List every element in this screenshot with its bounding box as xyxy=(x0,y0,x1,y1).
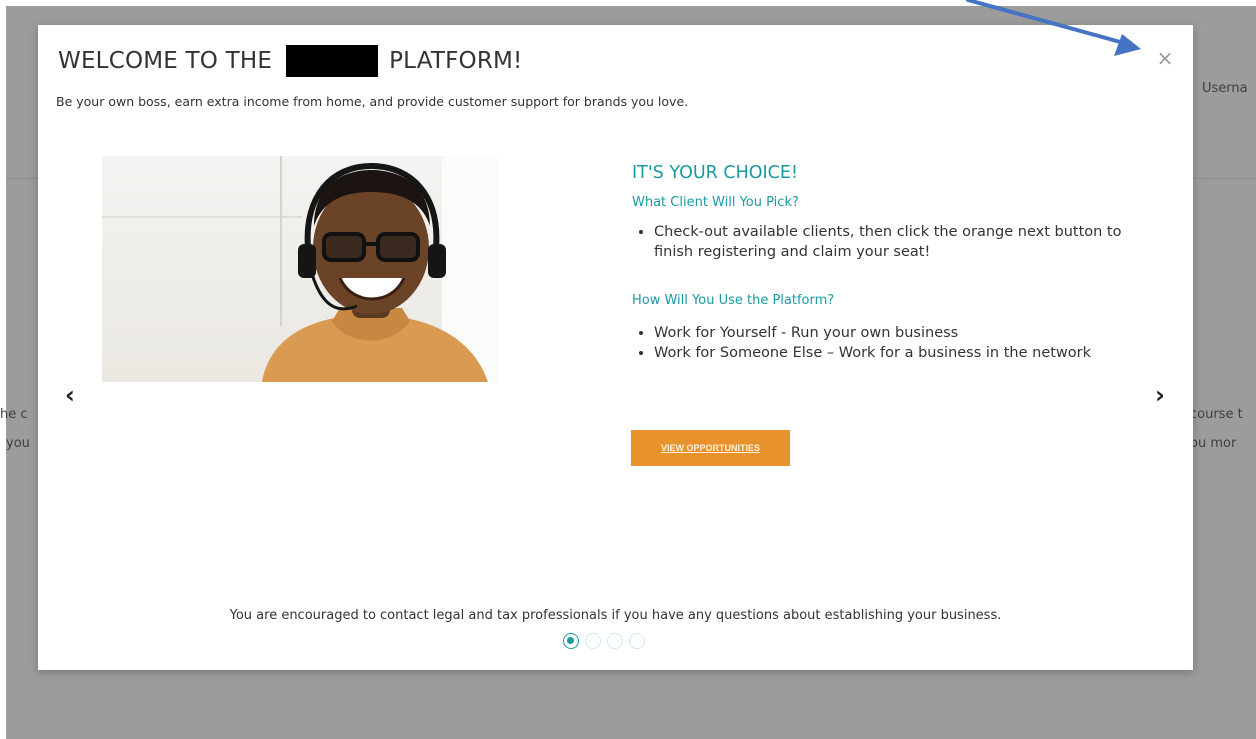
modal-subtitle: Be your own boss, earn extra income from… xyxy=(56,94,689,109)
close-icon[interactable]: × xyxy=(1154,47,1176,69)
client-pick-bullets: Check-out available clients, then click … xyxy=(632,222,1159,262)
hero-image xyxy=(102,156,498,382)
redacted-platform-name xyxy=(286,45,379,77)
username-label: Userna xyxy=(1202,81,1248,96)
modal-title-prefix: WELCOME TO THE xyxy=(58,48,273,74)
pagination-dot-1[interactable] xyxy=(563,633,579,649)
welcome-modal: WELCOME TO THE PLATFORM! × Be your own b… xyxy=(38,25,1193,670)
view-opportunities-button[interactable]: VIEW OPPORTUNITIES xyxy=(631,430,790,466)
pagination-dot-2[interactable] xyxy=(585,633,601,649)
platform-use-bullets: Work for Yourself - Run your own busines… xyxy=(632,323,1159,363)
background-text-right-1: course t xyxy=(1190,407,1243,422)
carousel-pagination xyxy=(563,633,645,649)
carousel-prev-icon[interactable]: ‹ xyxy=(60,383,80,407)
question-client-pick: What Client Will You Pick? xyxy=(632,195,799,210)
background-text-right-2: ou mor xyxy=(1190,436,1237,451)
list-item: Work for Someone Else – Work for a busin… xyxy=(654,343,1159,363)
pagination-dot-4[interactable] xyxy=(629,633,645,649)
background-text-left-2: you xyxy=(6,436,30,451)
background-text-left-1: he c xyxy=(0,407,28,422)
modal-title: WELCOME TO THE PLATFORM! xyxy=(58,45,522,77)
smiling-agent-with-headset-illustration xyxy=(262,162,488,382)
modal-title-suffix: PLATFORM! xyxy=(389,48,523,74)
slide-heading: IT'S YOUR CHOICE! xyxy=(632,163,798,183)
legal-footnote: You are encouraged to contact legal and … xyxy=(229,608,1002,623)
pagination-dot-3[interactable] xyxy=(607,633,623,649)
list-item: Check-out available clients, then click … xyxy=(654,222,1159,262)
list-item: Work for Yourself - Run your own busines… xyxy=(654,323,1159,343)
question-platform-use: How Will You Use the Platform? xyxy=(632,293,835,308)
carousel-next-icon[interactable]: › xyxy=(1150,383,1170,407)
